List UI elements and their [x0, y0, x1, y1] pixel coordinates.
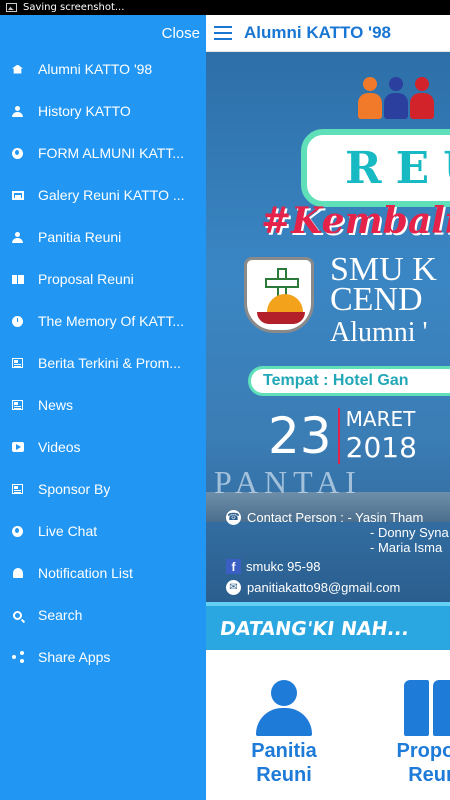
venue-pill: Tempat : Hotel Gan: [248, 366, 450, 396]
contact-block: ☎ Contact Person : - Yasin Tham - Donny S…: [226, 510, 449, 595]
card-label-line1: Propos: [396, 740, 450, 762]
nav-item-label: Panitia Reuni: [38, 229, 122, 245]
nav-item-label: Alumni KATTO '98: [38, 61, 153, 77]
bell-icon: [11, 567, 24, 580]
nav-item-panitia[interactable]: Panitia Reuni: [0, 216, 206, 258]
reuni-title: REU: [345, 142, 450, 194]
card-label-line2: Reuni: [256, 764, 312, 786]
image-icon: [6, 3, 17, 12]
menu-cards: Panitia Reuni Propos Reur: [206, 650, 450, 800]
navigation-drawer: Close Alumni KATTO '98 History KATTO FOR…: [0, 15, 206, 800]
facebook-icon: f: [226, 559, 241, 574]
nav-item-berita[interactable]: Berita Terkini & Prom...: [0, 342, 206, 384]
nav-item-label: Sponsor By: [38, 481, 111, 497]
panitia-reuni-card[interactable]: Panitia Reuni: [214, 680, 354, 786]
nav-item-share[interactable]: Share Apps: [0, 636, 206, 678]
nav-item-label: Videos: [38, 439, 81, 455]
video-icon: [11, 441, 24, 454]
phone-icon: ☎: [226, 510, 241, 525]
date-year: 2018: [345, 431, 417, 464]
school-block: SMU K CEND Alumni ': [244, 251, 450, 348]
nav-item-label: News: [38, 397, 74, 413]
nav-item-label: Search: [38, 607, 83, 623]
date-day: 23: [268, 406, 332, 465]
event-date: 23 MARET 2018: [268, 407, 417, 464]
nav-item-label: Galery Reuni KATTO ...: [38, 187, 185, 203]
nav-item-label: The Memory Of KATT...: [38, 313, 184, 329]
clock-icon: [11, 315, 24, 328]
nav-item-label: History KATTO: [38, 103, 131, 119]
toolbar: Alumni KATTO '98: [206, 15, 450, 52]
card-label-line2: Reur: [408, 764, 450, 786]
hashtag-text: #Kembalik: [261, 200, 450, 242]
book-icon: [11, 273, 24, 286]
news-icon: [11, 399, 24, 412]
photos-icon: [11, 189, 24, 202]
news-icon: [11, 357, 24, 370]
app-content: Alumni KATTO '98 REU #Kembalik SMU K CEN…: [206, 15, 450, 800]
contact-line-1: Contact Person : - Yasin Tham: [247, 510, 424, 525]
email-address: panitiakatto98@gmail.com: [247, 580, 401, 595]
person-icon: [11, 105, 24, 118]
welcome-strip: DATANG'KI NAH...: [206, 602, 450, 650]
facebook-handle: smukc 95-98: [246, 559, 321, 574]
nav-item-alumni[interactable]: Alumni KATTO '98: [0, 48, 206, 90]
nav-item-notifications[interactable]: Notification List: [0, 552, 206, 594]
nav-item-label: Share Apps: [38, 649, 111, 665]
contact-line-2: - Donny Syna: [370, 525, 449, 540]
email-icon: ✉: [226, 580, 241, 595]
pantai-text: PANTAI: [214, 464, 362, 500]
globe-icon: [11, 525, 24, 538]
school-name-line2: CEND: [330, 281, 423, 318]
close-button[interactable]: Close: [162, 25, 200, 42]
date-month: MARET: [345, 407, 416, 431]
status-text: Saving screenshot...: [23, 2, 125, 13]
person-icon: [11, 231, 24, 244]
nav-item-label: Notification List: [38, 565, 133, 581]
nav-item-live-chat[interactable]: Live Chat: [0, 510, 206, 552]
globe-icon: [11, 147, 24, 160]
nav-item-search[interactable]: Search: [0, 594, 206, 636]
nav-item-sponsor[interactable]: Sponsor By: [0, 468, 206, 510]
person-icon: [255, 680, 313, 738]
people-illustration: [358, 77, 434, 119]
reuni-title-box: REU: [301, 129, 450, 207]
contact-line-3: - Maria Isma: [370, 540, 443, 555]
nav-list: Alumni KATTO '98 History KATTO FORM ALMU…: [0, 48, 206, 678]
nav-item-videos[interactable]: Videos: [0, 426, 206, 468]
news-icon: [11, 483, 24, 496]
nav-item-proposal[interactable]: Proposal Reuni: [0, 258, 206, 300]
nav-item-form-alumni[interactable]: FORM ALMUNI KATT...: [0, 132, 206, 174]
book-icon: [402, 680, 450, 738]
search-icon: [11, 609, 24, 622]
proposal-reuni-card[interactable]: Propos Reur: [361, 680, 450, 786]
nav-item-label: FORM ALMUNI KATT...: [38, 145, 184, 161]
nav-item-label: Berita Terkini & Prom...: [38, 355, 181, 371]
reunion-banner: REU #Kembalik SMU K CEND Alumni ' Tempat…: [206, 52, 450, 602]
school-crest-icon: [244, 257, 314, 333]
status-bar: Saving screenshot...: [0, 0, 450, 15]
card-label-line1: Panitia: [251, 740, 317, 762]
nav-item-memory[interactable]: The Memory Of KATT...: [0, 300, 206, 342]
nav-item-label: Proposal Reuni: [38, 271, 134, 287]
nav-item-galery[interactable]: Galery Reuni KATTO ...: [0, 174, 206, 216]
nav-item-news[interactable]: News: [0, 384, 206, 426]
menu-icon[interactable]: [214, 26, 232, 40]
share-icon: [11, 651, 24, 664]
nav-item-label: Live Chat: [38, 523, 98, 539]
home-icon: [11, 63, 24, 76]
welcome-text: DATANG'KI NAH...: [218, 618, 411, 640]
date-divider: [337, 407, 340, 464]
nav-item-history[interactable]: History KATTO: [0, 90, 206, 132]
toolbar-title: Alumni KATTO '98: [244, 23, 391, 42]
school-alumni-line: Alumni ': [330, 317, 428, 348]
